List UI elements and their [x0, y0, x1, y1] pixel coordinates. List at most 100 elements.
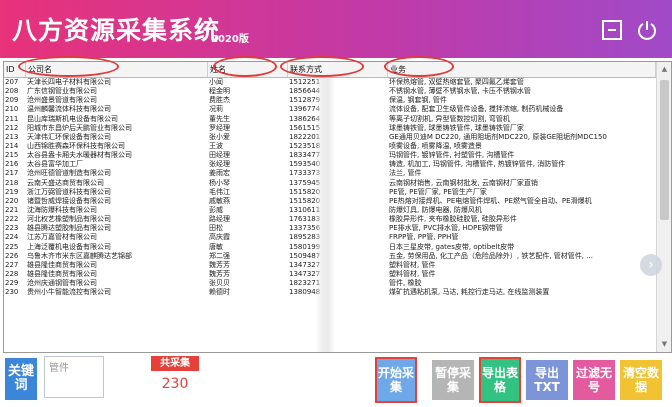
table-cell-business: 环保热熔管, 双壁热缩套管, 聚四氟乙烯套管 [389, 78, 524, 86]
table-cell-name: 张贝贝 [209, 279, 230, 288]
table-cell-business: 等离子切割机, 异型管数控切割, 弯管机 [389, 114, 510, 123]
total-count: 230 [161, 376, 189, 392]
export-table-button[interactable]: 导出表格 [479, 357, 521, 403]
table-cell-phone: 1523518 [289, 141, 321, 150]
table-cell-company: 太谷县富华加工厂 [27, 160, 83, 169]
table-cell-phone: 1337356 [289, 224, 321, 233]
table-cell-id: 212 [5, 123, 19, 132]
table-cell-name: 王波 [209, 141, 223, 150]
table-cell-id: 218 [5, 178, 19, 187]
vertical-scrollbar[interactable]: ▲ ▼ [656, 62, 671, 352]
column-phone[interactable]: 联系方式 [288, 62, 388, 77]
table-cell-company: 昆山库瑞斯机电设备有限公司 [27, 114, 118, 123]
table-cell-id: 227 [5, 260, 19, 269]
table-cell-phone: 1895283 [289, 233, 321, 242]
table-cell-phone: 1509487 [289, 251, 321, 260]
export-txt-button[interactable]: 导出TXT [526, 360, 568, 400]
table-cell-phone: 1515820 [289, 187, 321, 196]
table-cell-company: 广东信钢管业有限公司 [27, 87, 97, 96]
keyword-input[interactable]: 管件 [44, 356, 104, 398]
minimize-icon[interactable] [601, 19, 623, 41]
table-cell-phone: 1515820 [289, 196, 321, 205]
table-cell-business: 云南钢材销售, 云南钢材批发, 云南钢材厂家直销 [389, 178, 538, 187]
table-cell-id: 230 [5, 288, 19, 297]
table-cell-business: PE排水管, PVC排水管, HDPE钢带管 [389, 224, 503, 233]
table-cell-business: GE通用贝迪M DC220, 通用阻垢剂MDC220, 原装GE阻垢剂MDC15… [389, 132, 607, 141]
start-button[interactable]: 开始采集 [375, 357, 417, 403]
power-icon[interactable] [636, 19, 658, 41]
table-cell-name: 杨小琴 [209, 178, 230, 187]
table-cell-name: 戚敏燕 [209, 196, 230, 205]
table-cell-company: 沧州庆通钢管有限公司 [27, 279, 97, 288]
table-cell-phone: 1512879 [289, 96, 321, 105]
table-cell-business: PE管, PE管厂家, PE管生产厂家 [389, 187, 487, 196]
table-cell-name: 路经理 [209, 215, 230, 224]
table-cell-company: 浙江万弼管道科技有限公司 [27, 187, 111, 196]
table-cell-company: 太谷县盎卡厢夫水暖器材有限公司 [27, 151, 132, 160]
table-cell-id: 217 [5, 169, 19, 178]
table-cell-company: 温州麟馨流体科技有限公司 [27, 105, 111, 114]
table-cell-business: 法兰, 管件 [389, 169, 422, 178]
table-cell-business: 塑料管材, 管件 [389, 260, 436, 269]
table-cell-id: 207 [5, 78, 19, 86]
table-cell-phone: 1593540 [289, 160, 321, 169]
table-cell-phone: 1763183 [289, 215, 321, 224]
column-name[interactable]: 姓名 [208, 62, 288, 77]
table-cell-id: 215 [5, 151, 19, 160]
scroll-thumb[interactable] [660, 80, 669, 220]
table-cell-id: 210 [5, 105, 19, 114]
table-cell-phone: 1856644 [289, 87, 321, 96]
table-cell-company: 沧州盛景管道有限公司 [27, 96, 97, 105]
table-cell-business: 铸造, 机加工, 玛钢管件, 沟槽管件, 热镀锌管件, 消防管件 [389, 160, 566, 169]
table-cell-phone: 1822201 [289, 132, 321, 141]
table-cell-id: 209 [5, 96, 19, 105]
table-cell-id: 229 [5, 279, 19, 288]
scroll-up-icon[interactable]: ▲ [660, 65, 669, 74]
app-title: 八方资源采集系统 [12, 16, 221, 45]
table-cell-id: 223 [5, 224, 19, 233]
table-cell-id: 213 [5, 132, 19, 141]
keyword-button[interactable]: 关键词 [5, 358, 37, 400]
table-cell-name: 张小爱 [209, 132, 230, 141]
results-table: ID 公司名 姓名 联系方式 业务 207 天津长四电子材料有限公司 小闻 15122… [3, 61, 672, 353]
table-cell-company: 沧州旺德管道制造有限公司 [27, 169, 111, 178]
table-cell-business: 五金, 劳保用品, 化工产品（危险品除外）, 铁艺配件, 管材管件, ... [389, 251, 593, 260]
table-cell-id: 228 [5, 269, 19, 278]
table-cell-company: 雄县隆佳商贸有限公司 [27, 269, 97, 278]
table-cell-name: 况莉 [209, 105, 223, 114]
table-cell-company: 云南天盛达商贸有限公司 [27, 178, 104, 187]
table-cell-business: 喷雾设备, 喷雾降温, 喷雾造景 [389, 141, 482, 150]
table-cell-business: 保温, 钢套钢, 管件 [389, 96, 447, 105]
chevron-right-icon[interactable]: › [640, 254, 662, 276]
table-cell-name: 魏芳芳 [209, 260, 230, 269]
table-cell-phone: 1823271 [289, 279, 321, 288]
table-cell-name: 高庆霞 [209, 233, 230, 242]
column-id[interactable]: ID [4, 62, 26, 77]
column-company[interactable]: 公司名 [26, 62, 208, 77]
table-cell-name: 田松 [209, 224, 223, 233]
table-cell-company: 诸暨哲威焊接设备有限公司 [27, 196, 111, 205]
table-cell-business: FRPP管, PP管, PPH管 [389, 233, 459, 242]
table-cell-phone: 1561515 [289, 123, 321, 132]
scroll-down-icon[interactable]: ▼ [660, 340, 669, 349]
table-cell-id: 221 [5, 205, 19, 214]
filter-button[interactable]: 过滤无号 [573, 360, 615, 400]
table-cell-company: 乌鲁木齐市米东区嘉麒腾达艺锦部 [27, 251, 132, 260]
table-cell-business: 玛钢管件, 镀锌管件, 衬塑管件, 沟槽管件 [389, 151, 515, 160]
table-cell-business: 橡胶异形件, 夹布橡胶硅胶管, 硅胶异形件 [389, 215, 517, 224]
table-cell-name: 费胜杰 [209, 96, 230, 105]
table-cell-phone: 1833477 [289, 151, 321, 160]
table-cell-company: 雄县腾达塑胶制品有限公司 [27, 224, 111, 233]
pause-button[interactable]: 暂停采集 [432, 360, 474, 400]
table-cell-name: 小闻 [209, 78, 223, 86]
column-business[interactable]: 业务 [388, 62, 656, 77]
table-cell-business: 不锈钢水管, 薄壁不锈钢水管, 卡压不锈钢水管 [389, 87, 531, 96]
table-cell-phone: 1733373 [289, 169, 321, 178]
table-cell-id: 216 [5, 160, 19, 169]
table-cell-company: 阳城市东昌炉后天鹏管业有限公司 [27, 123, 132, 132]
clear-button[interactable]: 清空数据 [620, 360, 662, 400]
table-cell-name: 董先生 [209, 114, 230, 123]
table-cell-company: 天津伟汇环保设备有限公司 [27, 132, 111, 141]
table-cell-id: 220 [5, 196, 19, 205]
table-cell-phone: 1512251 [289, 78, 321, 86]
